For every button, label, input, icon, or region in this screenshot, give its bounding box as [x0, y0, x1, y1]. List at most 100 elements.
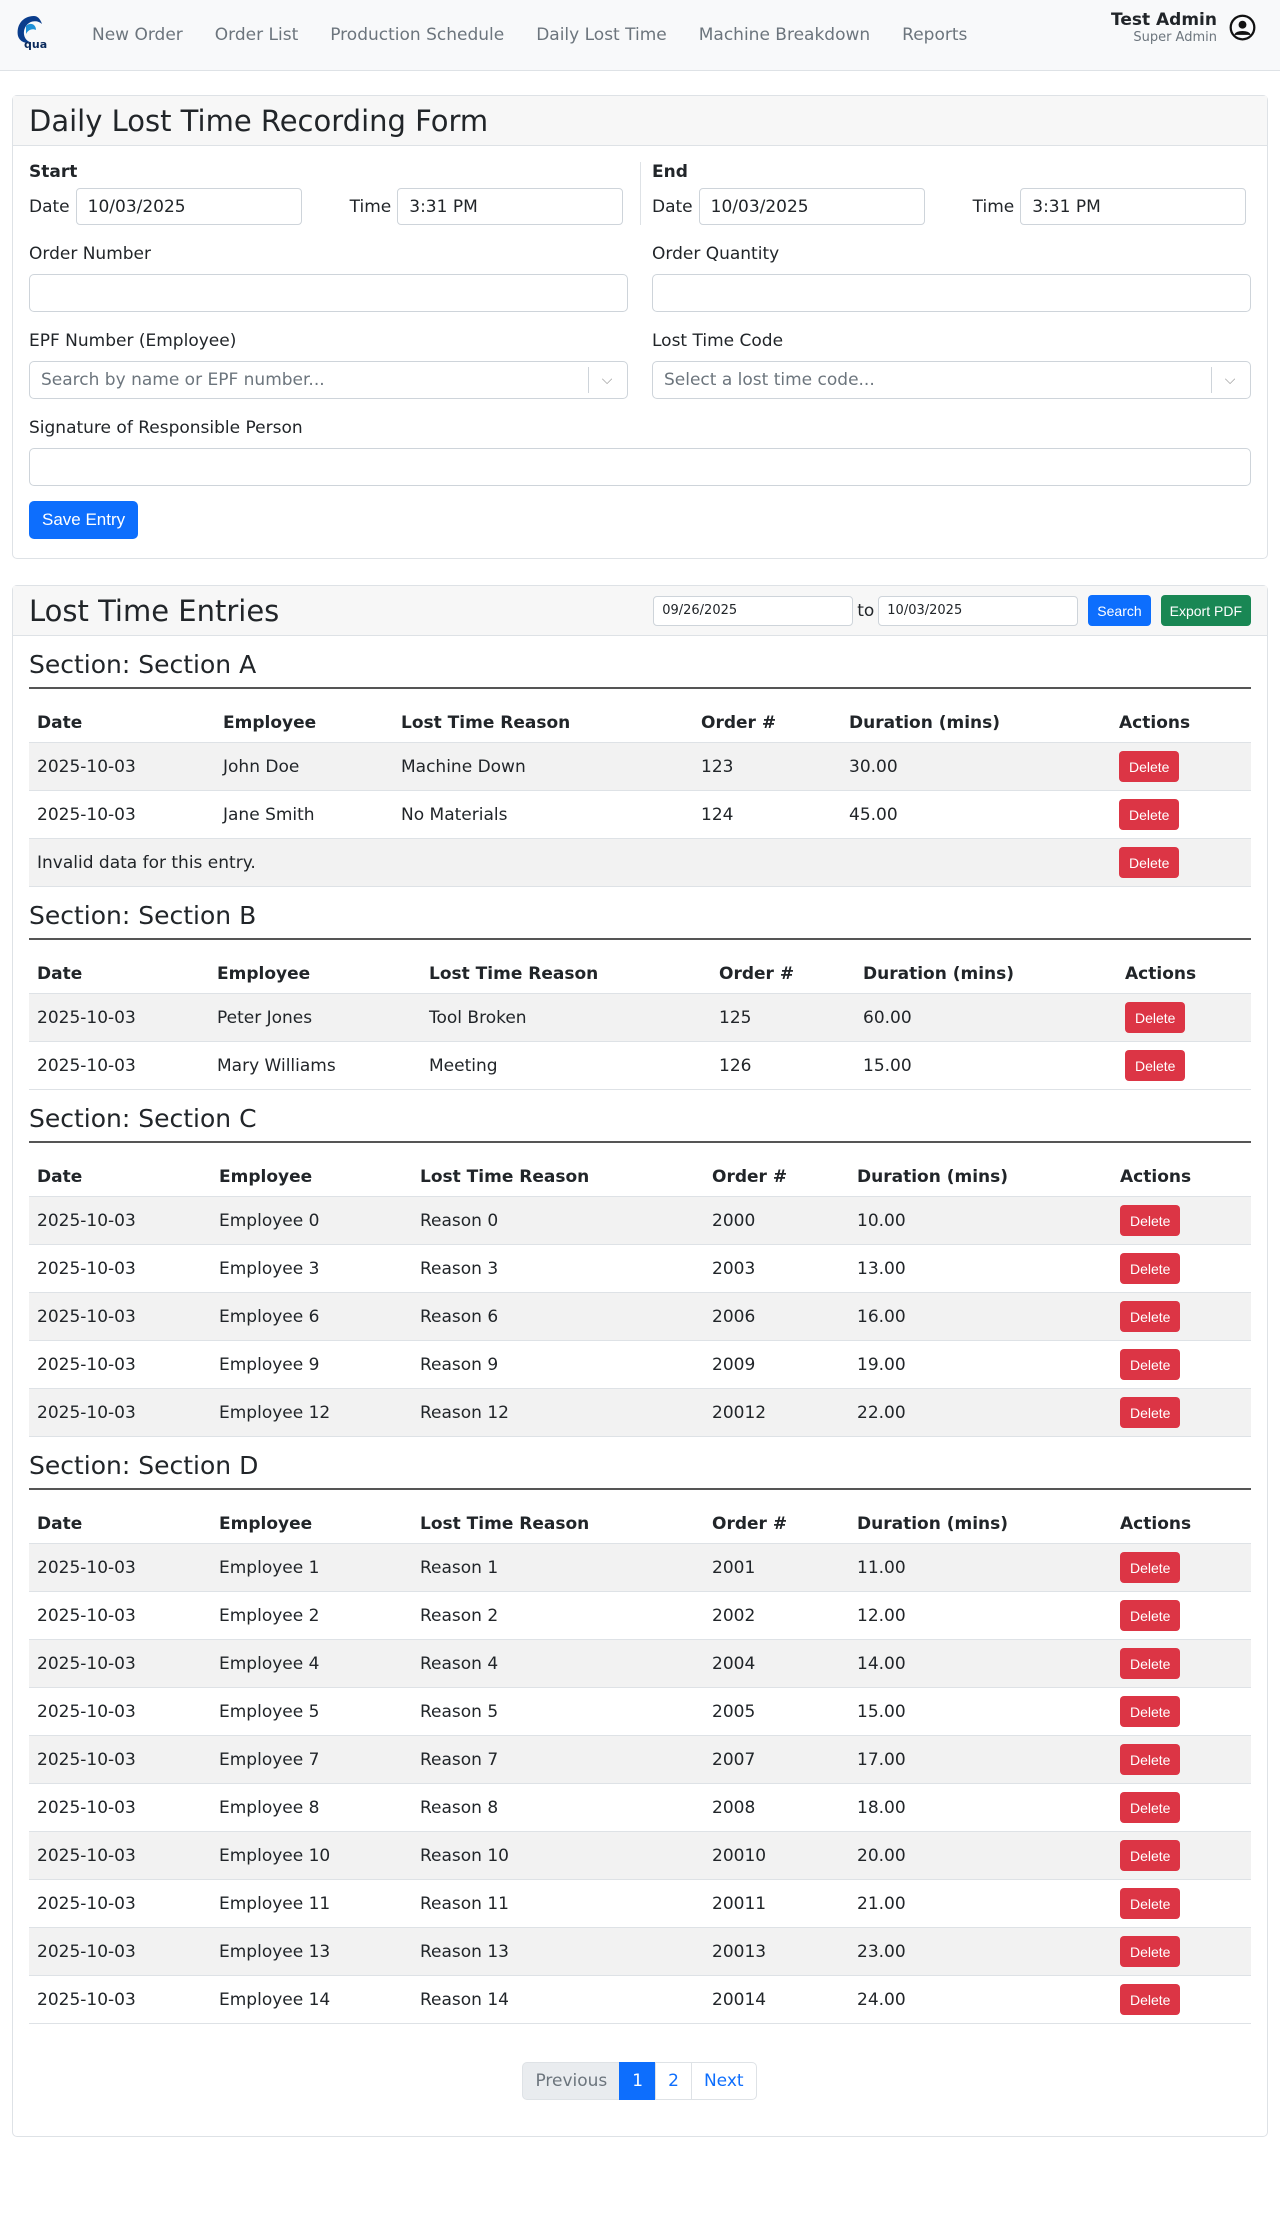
date-cell: 2025-10-03	[29, 1687, 211, 1736]
delete-button[interactable]: Delete	[1125, 1002, 1186, 1033]
chevron-down-icon[interactable]: ⌵	[1220, 370, 1240, 390]
delete-button[interactable]: Delete	[1120, 1301, 1181, 1332]
delete-button[interactable]: Delete	[1120, 1600, 1181, 1631]
delete-button[interactable]: Delete	[1119, 799, 1180, 830]
employee-cell: Employee 1	[211, 1543, 412, 1592]
epf-select[interactable]: Search by name or EPF number... ⌵	[29, 361, 628, 399]
chevron-down-icon[interactable]: ⌵	[597, 370, 617, 390]
reason-cell: Tool Broken	[421, 993, 711, 1042]
entries-header: Lost Time Entries 09/26/2025 to 10/03/20…	[13, 586, 1267, 636]
nav-link-production-schedule[interactable]: Production Schedule	[314, 25, 520, 45]
actions-cell: Delete	[1111, 742, 1251, 791]
nav-link-daily-lost-time[interactable]: Daily Lost Time	[520, 25, 683, 45]
lost-code-select[interactable]: Select a lost time code... ⌵	[652, 361, 1251, 399]
duration-cell: 15.00	[855, 1041, 1117, 1090]
duration-cell: 12.00	[849, 1591, 1112, 1640]
save-entry-button[interactable]: Save Entry	[29, 501, 139, 539]
user-role: Super Admin	[1133, 30, 1217, 46]
date-cell: 2025-10-03	[29, 1831, 211, 1880]
delete-button[interactable]: Delete	[1120, 1744, 1181, 1775]
entries-table: Date Employee Lost Time Reason Order # Durat…	[29, 1502, 1251, 2024]
date-cell: 2025-10-03	[29, 1975, 211, 2024]
section-title: Section: Section D	[29, 1451, 1251, 1490]
end-time-input[interactable]: 3:31 PM	[1020, 188, 1247, 225]
reason-cell: Reason 4	[412, 1639, 704, 1688]
start-time-input[interactable]: 3:31 PM	[397, 188, 624, 225]
date-cell: 2025-10-03	[29, 1196, 211, 1245]
from-date-input[interactable]: 09/26/2025	[653, 595, 854, 626]
actions-cell: Delete	[1112, 1639, 1251, 1688]
actions-cell: Delete	[1112, 1244, 1251, 1293]
section-title: Section: Section A	[29, 650, 1251, 689]
delete-button[interactable]: Delete	[1120, 1888, 1181, 1919]
order-quantity-input[interactable]	[652, 274, 1251, 312]
actions-cell: Delete	[1112, 1196, 1251, 1245]
delete-button[interactable]: Delete	[1120, 1253, 1181, 1284]
actions-cell: Delete	[1112, 1975, 1251, 2024]
date-cell: 2025-10-03	[29, 1783, 211, 1832]
pagination-page[interactable]: 1	[619, 2062, 657, 2100]
column-header: Order #	[693, 701, 841, 743]
delete-button[interactable]: Delete	[1120, 1792, 1181, 1823]
delete-button[interactable]: Delete	[1120, 1696, 1181, 1727]
sections-container: Section: Section A Date Employee Lost Time …	[13, 650, 1267, 2024]
employee-cell: Mary Williams	[209, 1041, 421, 1090]
table-row: 2025-10-03 Jane Smith No Materials 124 45.00…	[29, 790, 1251, 839]
reason-cell: Reason 3	[412, 1244, 704, 1293]
employee-cell: Employee 5	[211, 1687, 412, 1736]
pagination-page[interactable]: 2	[655, 2062, 692, 2100]
export-pdf-button[interactable]: Export PDF	[1160, 595, 1251, 626]
user-menu[interactable]: Test Admin Super Admin	[1111, 10, 1256, 46]
order-cell: 124	[693, 790, 841, 839]
delete-button[interactable]: Delete	[1119, 751, 1180, 782]
order-cell: 2009	[704, 1340, 849, 1389]
pagination-previous[interactable]: Previous	[522, 2062, 621, 2100]
to-date-input[interactable]: 10/03/2025	[878, 595, 1079, 626]
table-row: 2025-10-03 Employee 8 Reason 8 2008 18.00 Del…	[29, 1783, 1251, 1832]
order-cell: 20010	[704, 1831, 849, 1880]
end-date-input[interactable]: 10/03/2025	[698, 188, 925, 225]
pagination-next[interactable]: Next	[690, 2062, 757, 2100]
date-cell: 2025-10-03	[29, 1543, 211, 1592]
employee-cell: Jane Smith	[215, 790, 393, 839]
delete-button[interactable]: Delete	[1120, 1840, 1181, 1871]
delete-button[interactable]: Delete	[1120, 1648, 1181, 1679]
date-cell: 2025-10-03	[29, 1591, 211, 1640]
to-label: to	[857, 600, 875, 621]
date-cell: 2025-10-03	[29, 742, 215, 791]
search-button[interactable]: Search	[1088, 595, 1151, 626]
column-header: Date	[29, 701, 215, 743]
delete-button[interactable]: Delete	[1120, 1205, 1181, 1236]
column-header: Duration (mins)	[841, 701, 1111, 743]
delete-button[interactable]: Delete	[1125, 1050, 1186, 1081]
order-cell: 2000	[704, 1196, 849, 1245]
delete-button[interactable]: Delete	[1119, 847, 1180, 878]
duration-cell: 21.00	[849, 1879, 1112, 1928]
nav-link-new-order[interactable]: New Order	[80, 25, 199, 45]
date-cell: 2025-10-03	[29, 1041, 209, 1090]
delete-button[interactable]: Delete	[1120, 1936, 1181, 1967]
entries-table: Date Employee Lost Time Reason Order # Durat…	[29, 1155, 1251, 1437]
delete-button[interactable]: Delete	[1120, 1552, 1181, 1583]
nav-link-reports[interactable]: Reports	[886, 25, 983, 45]
aqua-logo[interactable]: qua	[12, 12, 58, 58]
delete-button[interactable]: Delete	[1120, 1397, 1181, 1428]
reason-cell: Machine Down	[393, 742, 693, 791]
order-number-input[interactable]	[29, 274, 628, 312]
delete-button[interactable]: Delete	[1120, 1984, 1181, 2015]
column-header: Lost Time Reason	[421, 952, 711, 994]
entries-table: Date Employee Lost Time Reason Order # Durat…	[29, 952, 1251, 1090]
section-title: Section: Section C	[29, 1104, 1251, 1143]
delete-button[interactable]: Delete	[1120, 1349, 1181, 1380]
date-filter: 09/26/2025 to 10/03/2025 Search Export P…	[653, 595, 1251, 626]
nav-link-machine-breakdown[interactable]: Machine Breakdown	[683, 25, 886, 45]
start-date-input[interactable]: 10/03/2025	[75, 188, 302, 225]
nav-link-order-list[interactable]: Order List	[199, 25, 314, 45]
reason-cell: Reason 5	[412, 1687, 704, 1736]
start-date-label: Date	[29, 196, 70, 217]
duration-cell: 23.00	[849, 1927, 1112, 1976]
user-avatar-icon[interactable]	[1229, 14, 1256, 41]
column-header: Actions	[1111, 701, 1251, 743]
employee-cell: Employee 10	[211, 1831, 412, 1880]
signature-input[interactable]	[29, 448, 1251, 486]
